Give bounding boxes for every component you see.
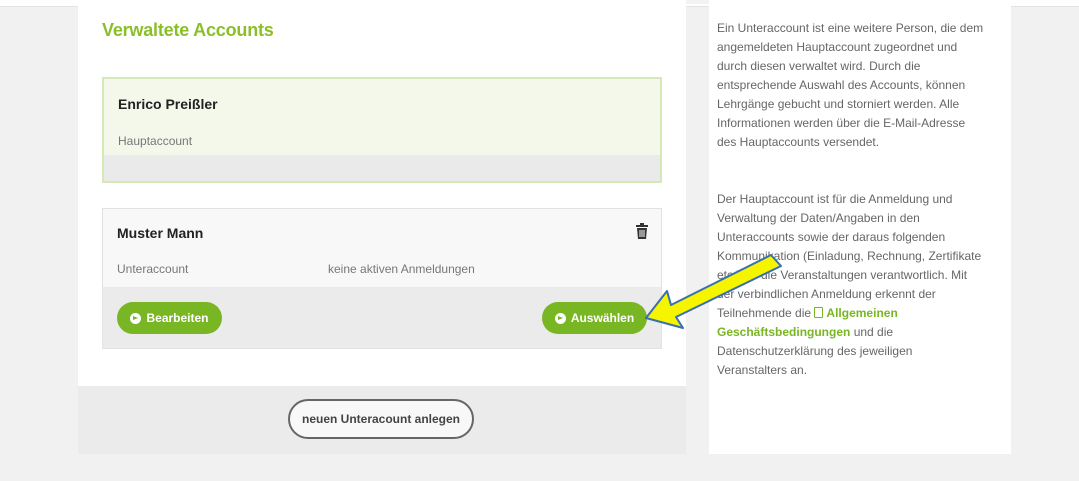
main-account-card: Enrico Preißler Hauptaccount — [102, 77, 662, 183]
account-role: Hauptaccount — [118, 134, 193, 148]
pdf-icon — [814, 307, 824, 318]
account-name: Enrico Preißler — [118, 96, 218, 112]
create-subaccount-bar: neuen Unteracount anlegen — [78, 386, 686, 454]
info-paragraph-subaccount: Ein Unteraccount ist eine weitere Person… — [717, 21, 984, 149]
section-title: Verwaltete Accounts — [102, 20, 274, 40]
account-role: Unteraccount — [117, 262, 189, 276]
trash-icon[interactable] — [635, 223, 649, 239]
edit-button-label: Bearbeiten — [146, 311, 209, 325]
arrow-circle-icon — [130, 312, 142, 324]
info-panel: Ein Unteraccount ist eine weitere Person… — [709, 0, 1011, 454]
select-button-label: Auswählen — [570, 311, 635, 325]
accounts-panel: Verwaltete Accounts Enrico Preißler Haup… — [78, 0, 686, 386]
card-footer — [104, 155, 660, 181]
info-paragraph-mainaccount: Der Hauptaccount ist für die Anmeldung u… — [717, 190, 985, 380]
card-footer: Bearbeiten Auswählen — [103, 287, 661, 348]
info-text-before: Der Hauptaccount ist für die Anmeldung u… — [717, 192, 982, 320]
account-name: Muster Mann — [117, 225, 204, 241]
arrow-circle-icon — [554, 312, 566, 324]
edit-button[interactable]: Bearbeiten — [117, 302, 222, 334]
registration-status: keine aktiven Anmeldungen — [328, 262, 475, 276]
create-subaccount-button[interactable]: neuen Unteracount anlegen — [288, 399, 474, 439]
sub-account-card: Muster Mann Unteraccount keine aktiven A… — [102, 208, 662, 349]
select-button[interactable]: Auswählen — [542, 302, 647, 334]
